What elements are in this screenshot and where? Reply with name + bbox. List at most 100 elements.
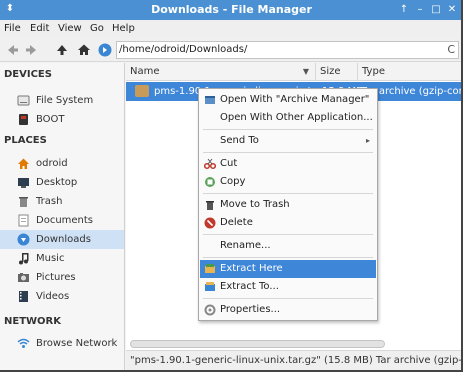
menu-item-open-with-other[interactable]: Open With Other Application...: [200, 109, 376, 127]
menu-edit[interactable]: Edit: [30, 20, 49, 38]
sidebar-item-label: odroid: [36, 158, 68, 169]
sidebar-item-videos[interactable]: Videos: [0, 287, 124, 306]
sidebar: DEVICES File System BOOT PLACES odroid D…: [0, 63, 125, 370]
location-bar[interactable]: /home/odroid/Downloads/ C: [116, 41, 459, 59]
videos-icon: [17, 290, 30, 303]
menu-item-extract-here[interactable]: Extract Here: [200, 260, 376, 278]
reload-icon[interactable]: C: [447, 42, 455, 58]
desktop-icon: [17, 176, 30, 189]
menu-item-properties[interactable]: Properties...: [200, 301, 376, 319]
window-title: Downloads - File Manager: [151, 3, 312, 16]
location-input[interactable]: /home/odroid/Downloads/: [119, 42, 247, 58]
sort-descending-icon: ▼: [302, 67, 309, 76]
menu-item-label: Extract Here: [220, 263, 283, 274]
close-button[interactable]: ✕: [445, 3, 459, 17]
status-text: "pms-1.90.1-generic-linux-unix.tar.gz" (…: [130, 355, 462, 366]
shade-window-button[interactable]: ↑: [397, 3, 411, 17]
home-icon[interactable]: [76, 42, 92, 58]
menu-item-label: Copy: [220, 176, 246, 187]
sidebar-item-trash[interactable]: Trash: [0, 192, 124, 211]
up-icon[interactable]: [54, 42, 70, 58]
sidebar-devices-header: DEVICES: [4, 69, 52, 80]
menu-item-label: Cut: [220, 158, 238, 169]
music-icon: [17, 252, 30, 265]
sidebar-item-odroid[interactable]: odroid: [0, 154, 124, 173]
sidebar-network-header: NETWORK: [4, 316, 62, 327]
sidebar-item-music[interactable]: Music: [0, 249, 124, 268]
sidebar-item-label: Pictures: [36, 272, 76, 283]
trash-icon: [204, 199, 216, 211]
menu-separator: [203, 129, 373, 130]
delete-icon: [204, 217, 216, 229]
file-manager-window: ⬍ Downloads - File Manager ↑ – □ ✕ File …: [0, 0, 463, 372]
menu-separator: [203, 234, 373, 235]
sidebar-item-downloads[interactable]: Downloads: [0, 230, 124, 249]
back-icon[interactable]: [4, 42, 20, 58]
menu-bar: File Edit View Go Help: [0, 20, 461, 38]
column-header-name[interactable]: Name ▼: [126, 63, 316, 81]
menu-item-open-with-archive-manager[interactable]: Open With "Archive Manager": [200, 91, 376, 109]
menu-item-cut[interactable]: Cut: [200, 155, 376, 173]
menu-help[interactable]: Help: [112, 20, 135, 38]
home-folder-icon: [17, 157, 30, 170]
column-header-size[interactable]: Size: [316, 63, 358, 81]
context-menu: Open With "Archive Manager" Open With Oth…: [198, 88, 378, 321]
title-bar[interactable]: ⬍ Downloads - File Manager ↑ – □ ✕: [0, 0, 461, 20]
menu-item-label: Properties...: [220, 304, 281, 315]
archive-file-icon: [135, 85, 149, 97]
menu-view[interactable]: View: [58, 20, 82, 38]
column-header-label: Size: [320, 66, 341, 77]
menu-file[interactable]: File: [4, 20, 21, 38]
menu-item-label: Send To: [220, 135, 259, 146]
menu-item-label: Open With Other Application...: [220, 112, 373, 123]
location-toggle-icon[interactable]: [97, 42, 113, 58]
sidebar-item-boot[interactable]: BOOT: [0, 110, 124, 129]
sidebar-item-pictures[interactable]: Pictures: [0, 268, 124, 287]
column-header-type[interactable]: Type: [358, 63, 461, 81]
sidebar-item-label: Music: [36, 253, 65, 264]
sidebar-item-label: Videos: [36, 291, 70, 302]
sidebar-item-file-system[interactable]: File System: [0, 91, 124, 110]
downloads-icon: [17, 233, 30, 246]
menu-item-label: Extract To...: [220, 281, 279, 292]
copy-icon: [204, 176, 216, 188]
menu-item-label: Open With "Archive Manager": [220, 94, 370, 105]
sidebar-places-header: PLACES: [4, 135, 47, 146]
menu-separator: [203, 193, 373, 194]
horizontal-scrollbar[interactable]: [130, 340, 385, 348]
sidebar-item-browse-network[interactable]: Browse Network: [0, 334, 124, 353]
archive-manager-icon: [204, 94, 216, 106]
sidebar-item-label: Browse Network: [36, 338, 118, 349]
menu-item-rename[interactable]: Rename...: [200, 237, 376, 255]
extract-to-icon: [204, 281, 216, 293]
column-header-label: Name: [130, 66, 160, 77]
properties-icon: [204, 304, 216, 316]
menu-item-copy[interactable]: Copy: [200, 173, 376, 191]
extract-here-icon: [204, 263, 216, 275]
maximize-button[interactable]: □: [429, 3, 443, 17]
network-wifi-icon: [17, 337, 30, 350]
sidebar-item-label: File System: [36, 95, 94, 106]
menu-item-label: Delete: [220, 217, 253, 228]
minimize-button[interactable]: –: [413, 3, 427, 17]
drive-icon: [17, 113, 30, 126]
menu-item-delete[interactable]: Delete: [200, 214, 376, 232]
harddisk-icon: [17, 94, 30, 107]
sidebar-item-label: Desktop: [36, 177, 78, 188]
sidebar-item-label: Trash: [36, 196, 63, 207]
menu-item-extract-to[interactable]: Extract To...: [200, 278, 376, 296]
submenu-arrow-icon: ▸: [365, 136, 370, 145]
forward-icon[interactable]: [24, 42, 40, 58]
menu-item-move-to-trash[interactable]: Move to Trash: [200, 196, 376, 214]
menu-separator: [203, 257, 373, 258]
sidebar-item-desktop[interactable]: Desktop: [0, 173, 124, 192]
menu-go[interactable]: Go: [90, 20, 104, 38]
status-bar: "pms-1.90.1-generic-linux-unix.tar.gz" (…: [126, 350, 462, 370]
sidebar-item-label: Documents: [36, 215, 94, 226]
column-header-label: Type: [362, 66, 385, 77]
cut-icon: [203, 158, 217, 170]
documents-icon: [17, 214, 30, 227]
menu-item-send-to[interactable]: Send To ▸: [200, 132, 376, 150]
sidebar-item-label: Downloads: [36, 234, 91, 245]
sidebar-item-documents[interactable]: Documents: [0, 211, 124, 230]
